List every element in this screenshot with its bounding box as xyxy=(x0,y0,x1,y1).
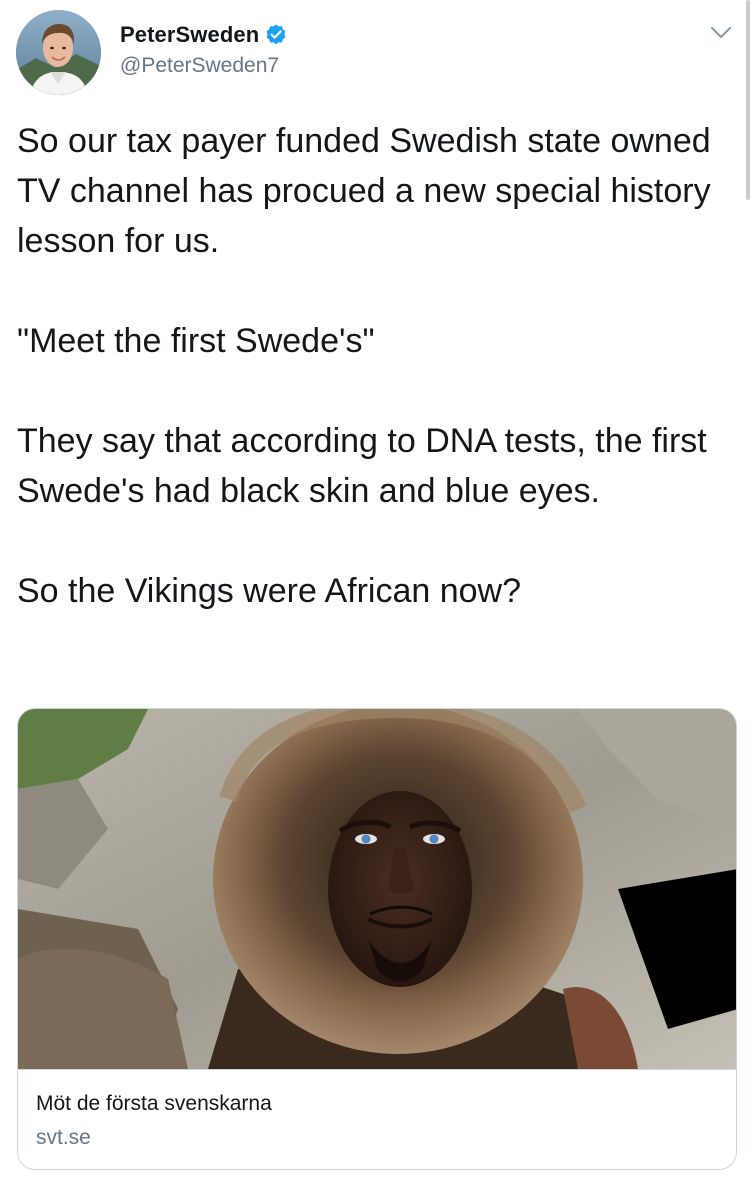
display-name-row: PeterSweden xyxy=(120,20,288,50)
link-card[interactable]: Möt de första svenskarna svt.se xyxy=(17,708,737,1170)
tweet: PeterSweden @PeterSweden7 So our tax pay… xyxy=(0,0,752,1200)
tweet-paragraph: They say that according to DNA tests, th… xyxy=(17,422,707,510)
display-name[interactable]: PeterSweden xyxy=(120,22,259,48)
user-handle[interactable]: @PeterSweden7 xyxy=(120,54,288,78)
profile-photo-icon xyxy=(16,10,101,95)
tweet-paragraph: So the Vikings were African now? xyxy=(17,572,521,610)
scrollbar[interactable] xyxy=(746,0,750,200)
user-names: PeterSweden @PeterSweden7 xyxy=(120,20,288,78)
card-image[interactable] xyxy=(18,709,736,1069)
avatar[interactable] xyxy=(16,10,101,95)
card-meta[interactable]: Möt de första svenskarna svt.se xyxy=(18,1069,736,1169)
card-domain: svt.se xyxy=(36,1126,91,1149)
tweet-text: So our tax payer funded Swedish state ow… xyxy=(17,116,733,616)
tweet-paragraph: "Meet the first Swede's" xyxy=(17,322,375,360)
verified-badge-icon xyxy=(266,24,286,45)
card-photo-icon xyxy=(18,709,736,1069)
chevron-down-icon[interactable] xyxy=(710,26,732,40)
tweet-paragraph: So our tax payer funded Swedish state ow… xyxy=(17,122,711,260)
card-title[interactable]: Möt de första svenskarna xyxy=(36,1092,272,1116)
